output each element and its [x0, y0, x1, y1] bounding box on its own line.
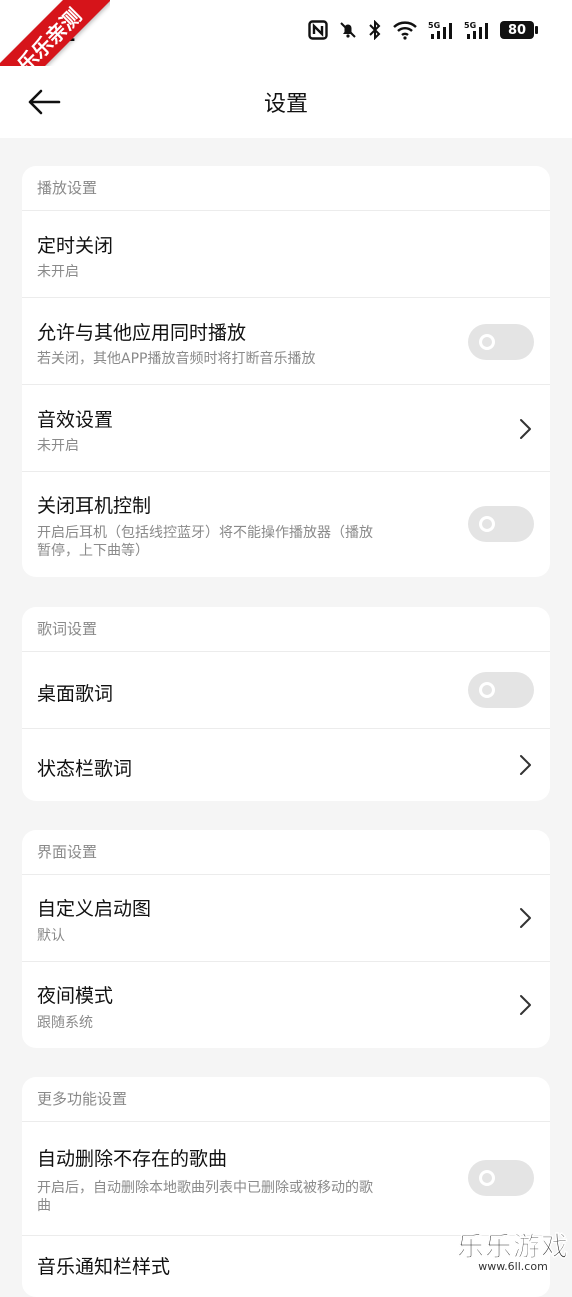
card-playback-settings: 播放设置 定时关闭 未开启 允许与其他应用同时播放 若关闭，其他APP播放音频时…	[22, 166, 550, 577]
row-subtitle: 未开启	[37, 438, 79, 454]
row-subtitle: 开启后，自动删除本地歌曲列表中已删除或被移动的歌 曲	[37, 1179, 373, 1215]
row-subtitle-line: 暂停，上下曲等）	[37, 543, 149, 559]
page-title: 设置	[263, 92, 308, 117]
signal-5g-icon: 5G	[464, 20, 490, 40]
battery-icon: 80	[500, 21, 538, 39]
bluetooth-icon	[368, 20, 382, 40]
row-allow-simultaneous-playback[interactable]: 允许与其他应用同时播放 若关闭，其他APP播放音频时将打断音乐播放	[22, 298, 550, 385]
toggle-knob	[479, 682, 495, 698]
row-auto-delete-missing-songs[interactable]: 自动删除不存在的歌曲 开启后，自动删除本地歌曲列表中已删除或被移动的歌 曲	[22, 1122, 550, 1236]
battery-level: 80	[500, 21, 534, 39]
chevron-right-icon	[520, 908, 531, 928]
toggle-knob	[479, 516, 495, 532]
signal-5g-icon: 5G	[428, 20, 454, 40]
row-sleep-timer[interactable]: 定时关闭 未开启	[22, 211, 550, 298]
row-custom-splash[interactable]: 自定义启动图 默认	[22, 875, 550, 962]
title-bar: 设置	[0, 66, 572, 138]
svg-text:5G: 5G	[464, 21, 476, 30]
row-subtitle: 若关闭，其他APP播放音频时将打断音乐播放	[37, 351, 316, 367]
wifi-icon	[392, 20, 418, 40]
svg-text:5G: 5G	[428, 21, 440, 30]
row-subtitle: 默认	[37, 928, 65, 944]
toggle-knob	[479, 1170, 495, 1186]
nfc-icon	[308, 20, 328, 40]
row-title: 状态栏歌词	[37, 758, 133, 780]
section-label: 播放设置	[22, 166, 550, 211]
row-title: 夜间模式	[37, 985, 114, 1007]
row-desktop-lyrics[interactable]: 桌面歌词	[22, 652, 550, 729]
bell-muted-icon	[338, 20, 358, 40]
row-disable-headset-control[interactable]: 关闭耳机控制 开启后耳机（包括线控蓝牙）将不能操作播放器（播放 暂停，上下曲等）	[22, 472, 550, 577]
row-subtitle-line: 开启后耳机（包括线控蓝牙）将不能操作播放器（播放	[37, 525, 373, 541]
auto-delete-toggle[interactable]	[468, 1160, 534, 1196]
row-title: 音效设置	[37, 409, 114, 431]
card-interface-settings: 界面设置 自定义启动图 默认 夜间模式 跟随系统	[22, 830, 550, 1048]
chevron-right-icon	[520, 995, 531, 1015]
row-subtitle: 未开启	[37, 264, 79, 280]
watermark: 乐乐游戏 www.6ll.com	[456, 1225, 570, 1273]
section-label: 更多功能设置	[22, 1077, 550, 1122]
row-title: 自动删除不存在的歌曲	[37, 1148, 228, 1170]
watermark-logo-text: 乐乐游戏	[457, 1232, 569, 1264]
simultaneous-playback-toggle[interactable]	[468, 324, 534, 360]
toggle-knob	[479, 334, 495, 350]
status-icons: 5G 5G 80	[308, 20, 538, 40]
row-subtitle: 开启后耳机（包括线控蓝牙）将不能操作播放器（播放 暂停，上下曲等）	[37, 524, 373, 560]
battery-tip	[535, 26, 538, 34]
row-title: 音乐通知栏样式	[37, 1256, 171, 1278]
row-subtitle-line: 开启后，自动删除本地歌曲列表中已删除或被移动的歌	[37, 1180, 373, 1196]
row-title: 桌面歌词	[37, 683, 114, 705]
row-subtitle: 跟随系统	[37, 1015, 93, 1031]
row-statusbar-lyrics[interactable]: 状态栏歌词	[22, 729, 550, 801]
row-sound-effects[interactable]: 音效设置 未开启	[22, 385, 550, 472]
headset-control-toggle[interactable]	[468, 506, 534, 542]
row-title: 允许与其他应用同时播放	[37, 322, 247, 344]
chevron-right-icon	[520, 419, 531, 439]
desktop-lyrics-toggle[interactable]	[468, 672, 534, 708]
row-subtitle-line: 曲	[37, 1198, 51, 1214]
row-title: 关闭耳机控制	[37, 495, 152, 517]
section-label: 歌词设置	[22, 607, 550, 652]
chevron-right-icon	[520, 755, 531, 775]
card-lyrics-settings: 歌词设置 桌面歌词 状态栏歌词	[22, 607, 550, 801]
row-title: 定时关闭	[37, 235, 114, 257]
section-label: 界面设置	[22, 830, 550, 875]
row-night-mode[interactable]: 夜间模式 跟随系统	[22, 962, 550, 1048]
row-title: 自定义启动图	[37, 898, 152, 920]
